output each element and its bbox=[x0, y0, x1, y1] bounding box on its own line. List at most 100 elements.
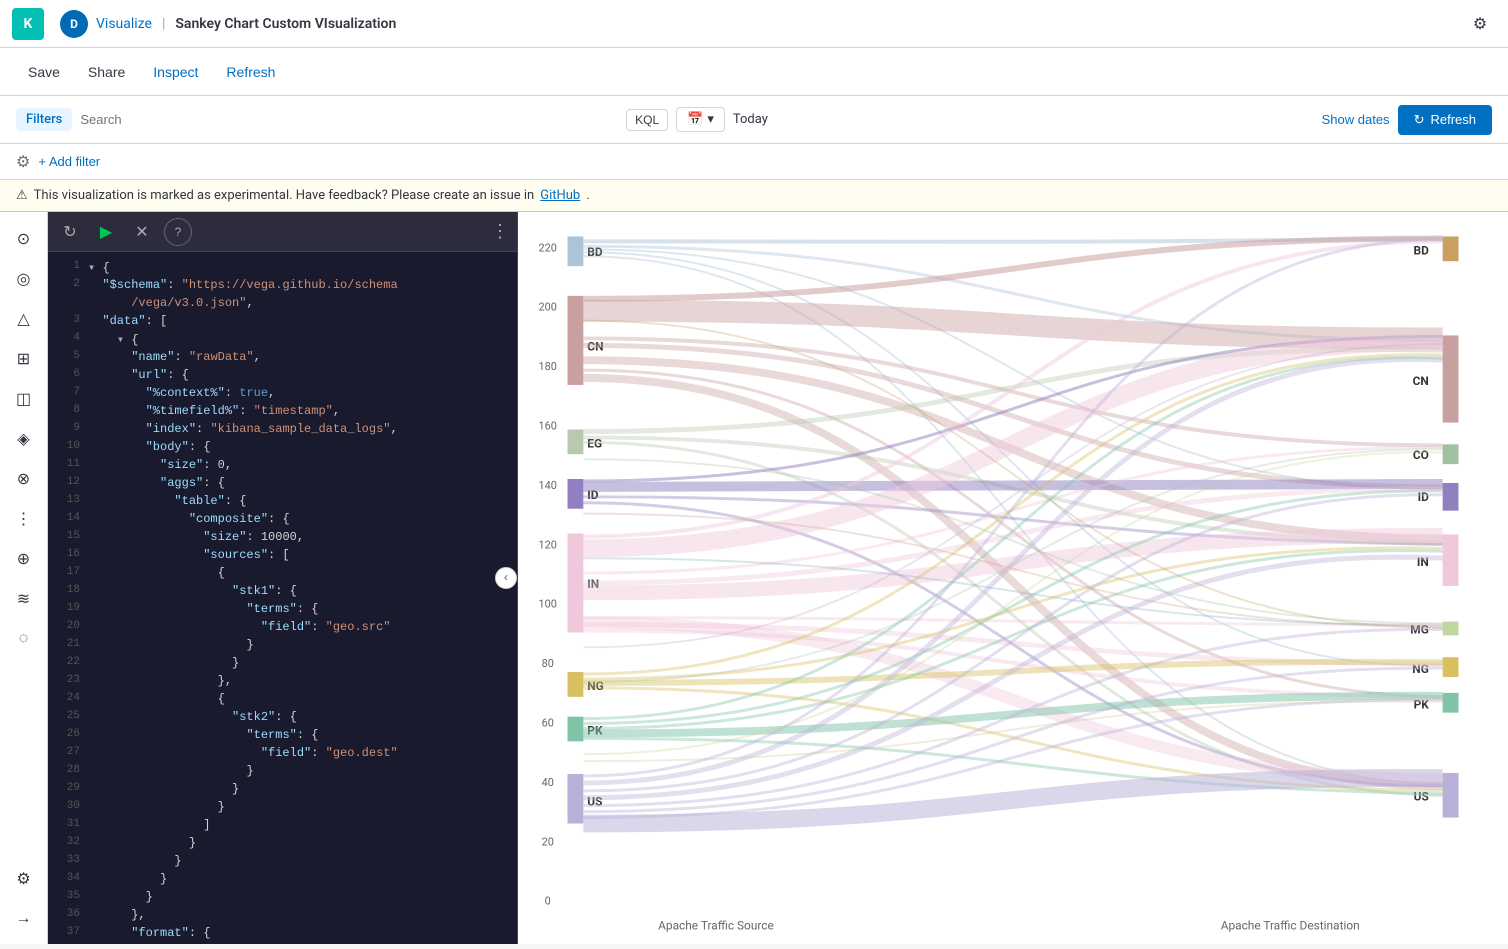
y-label: 60 bbox=[542, 717, 554, 730]
sidebar-item-canvas[interactable]: ◫ bbox=[6, 380, 42, 416]
left-node-CN[interactable] bbox=[568, 296, 584, 385]
flow bbox=[583, 336, 1442, 481]
left-node-PK[interactable] bbox=[568, 717, 584, 742]
right-node-PK[interactable] bbox=[1443, 693, 1459, 713]
chevron-down-icon: ▾ bbox=[707, 112, 714, 127]
sidebar-item-home[interactable]: ⊙ bbox=[6, 220, 42, 256]
right-node-BD[interactable] bbox=[1443, 236, 1459, 261]
sidebar-item-apm[interactable]: ≋ bbox=[6, 580, 42, 616]
left-node-US[interactable] bbox=[568, 774, 584, 824]
code-line: 5 "name": "rawData", bbox=[48, 350, 517, 368]
code-line: 15 "size": 10000, bbox=[48, 530, 517, 548]
sidebar-item-maps[interactable]: ◈ bbox=[6, 420, 42, 456]
sidebar-item-discover[interactable]: ◎ bbox=[6, 260, 42, 296]
code-line: 1▾ { bbox=[48, 260, 517, 278]
x-axis-right-label: Apache Traffic Destination bbox=[1221, 918, 1360, 932]
left-node-IN[interactable] bbox=[568, 533, 584, 632]
code-editor-pane: ↻ ▶ ✕ ? ⋮ 1▾ { 2 "$schema": "https://veg… bbox=[48, 212, 518, 944]
top-bar: K D Visualize | Sankey Chart Custom VIsu… bbox=[0, 0, 1508, 48]
code-line: 16 "sources": [ bbox=[48, 548, 517, 566]
right-node-US[interactable] bbox=[1443, 773, 1459, 818]
code-line: 21 } bbox=[48, 638, 517, 656]
github-link[interactable]: GitHub bbox=[540, 188, 580, 203]
sidebar-item-collapse[interactable]: → bbox=[6, 900, 42, 936]
sidebar-item-graph[interactable]: ⋮ bbox=[6, 500, 42, 536]
banner-text: This visualization is marked as experime… bbox=[34, 188, 535, 203]
experimental-banner: ⚠ This visualization is marked as experi… bbox=[0, 180, 1508, 212]
search-input[interactable] bbox=[80, 112, 618, 127]
code-line: 8 "%timefield%": "timestamp", bbox=[48, 404, 517, 422]
y-label: 120 bbox=[539, 538, 557, 551]
add-filter-button[interactable]: + Add filter bbox=[38, 154, 100, 169]
code-line: 36 }, bbox=[48, 908, 517, 926]
left-node-NG[interactable] bbox=[568, 672, 584, 697]
right-node-ID[interactable] bbox=[1443, 483, 1459, 511]
code-help-button[interactable]: ? bbox=[164, 218, 192, 246]
code-line: 31 ] bbox=[48, 818, 517, 836]
left-node-BD[interactable] bbox=[568, 236, 584, 266]
calendar-icon: 📅 bbox=[687, 112, 703, 127]
code-line: 29 } bbox=[48, 782, 517, 800]
y-label: 40 bbox=[542, 776, 554, 789]
breadcrumb-separator: | bbox=[162, 16, 165, 32]
code-line: 30 } bbox=[48, 800, 517, 818]
flow bbox=[583, 311, 1442, 339]
code-line: 7 "%context%": true, bbox=[48, 386, 517, 404]
right-node-CN[interactable] bbox=[1443, 335, 1459, 422]
code-line: 6 "url": { bbox=[48, 368, 517, 386]
inspect-button[interactable]: Inspect bbox=[141, 58, 210, 86]
right-node-NG[interactable] bbox=[1443, 657, 1459, 677]
breadcrumb-parent[interactable]: Visualize bbox=[96, 16, 152, 32]
code-close-button[interactable]: ✕ bbox=[128, 218, 156, 246]
flow bbox=[583, 484, 1442, 487]
code-line: 37 "format": { bbox=[48, 926, 517, 944]
date-picker[interactable]: 📅 ▾ bbox=[676, 107, 725, 132]
code-line: 18 "stk1": { bbox=[48, 584, 517, 602]
code-line: 2 "$schema": "https://vega.github.io/sch… bbox=[48, 278, 517, 296]
code-run-button[interactable]: ▶ bbox=[92, 218, 120, 246]
sankey-chart: 220 200 180 160 140 120 100 80 60 40 20 … bbox=[518, 212, 1508, 944]
sidebar-item-visualize[interactable]: △ bbox=[6, 300, 42, 336]
y-label: 140 bbox=[539, 479, 557, 492]
code-line: 23 }, bbox=[48, 674, 517, 692]
sidebar-item-dashboard[interactable]: ⊞ bbox=[6, 340, 42, 376]
code-line: 17 { bbox=[48, 566, 517, 584]
save-button[interactable]: Save bbox=[16, 58, 72, 86]
refresh-button[interactable]: Refresh bbox=[214, 58, 287, 86]
left-node-ID[interactable] bbox=[568, 479, 584, 509]
refresh-main-button[interactable]: ↻ Refresh bbox=[1398, 105, 1492, 135]
right-label-CN: CN bbox=[1413, 374, 1429, 388]
right-node-CO[interactable] bbox=[1443, 444, 1459, 464]
chart-pane: 220 200 180 160 140 120 100 80 60 40 20 … bbox=[518, 212, 1508, 944]
code-line: 10 "body": { bbox=[48, 440, 517, 458]
code-line: 13 "table": { bbox=[48, 494, 517, 512]
breadcrumb-current: Sankey Chart Custom VIsualization bbox=[175, 16, 396, 32]
code-refresh-button[interactable]: ↻ bbox=[56, 218, 84, 246]
sidebar-item-monitoring[interactable]: ⊕ bbox=[6, 540, 42, 576]
right-node-MG[interactable] bbox=[1443, 622, 1459, 636]
user-avatar[interactable]: D bbox=[60, 10, 88, 38]
settings-button[interactable]: ⚙ bbox=[1464, 8, 1496, 40]
code-line: 20 "field": "geo.src" bbox=[48, 620, 517, 638]
filter-bar: Filters KQL 📅 ▾ Today Show dates ↻ Refre… bbox=[0, 96, 1508, 144]
code-line: /vega/v3.0.json", bbox=[48, 296, 517, 314]
code-line: 27 "field": "geo.dest" bbox=[48, 746, 517, 764]
code-content[interactable]: 1▾ { 2 "$schema": "https://vega.github.i… bbox=[48, 252, 517, 944]
collapse-panel-button[interactable]: ‹ bbox=[495, 567, 517, 589]
right-node-IN[interactable] bbox=[1443, 534, 1459, 585]
sidebar-item-settings[interactable]: ⚙ bbox=[6, 860, 42, 896]
filter-options-button[interactable]: ⚙ bbox=[16, 152, 30, 172]
code-line: 22 } bbox=[48, 656, 517, 674]
code-more-button[interactable]: ⋮ bbox=[491, 221, 509, 243]
kql-toggle[interactable]: KQL bbox=[626, 109, 668, 131]
code-line: 32 } bbox=[48, 836, 517, 854]
left-node-EG[interactable] bbox=[568, 430, 584, 455]
sidebar-item-ml[interactable]: ⊗ bbox=[6, 460, 42, 496]
code-line: 35 } bbox=[48, 890, 517, 908]
warning-icon: ⚠ bbox=[16, 188, 28, 203]
share-button[interactable]: Share bbox=[76, 58, 137, 86]
refresh-icon: ↻ bbox=[1414, 112, 1425, 128]
show-dates-button[interactable]: Show dates bbox=[1322, 112, 1390, 127]
sidebar-item-uptime[interactable]: ◌ bbox=[6, 620, 42, 656]
left-sidebar: ⊙ ◎ △ ⊞ ◫ ◈ ⊗ ⋮ ⊕ ≋ ◌ ⚙ → bbox=[0, 212, 48, 944]
